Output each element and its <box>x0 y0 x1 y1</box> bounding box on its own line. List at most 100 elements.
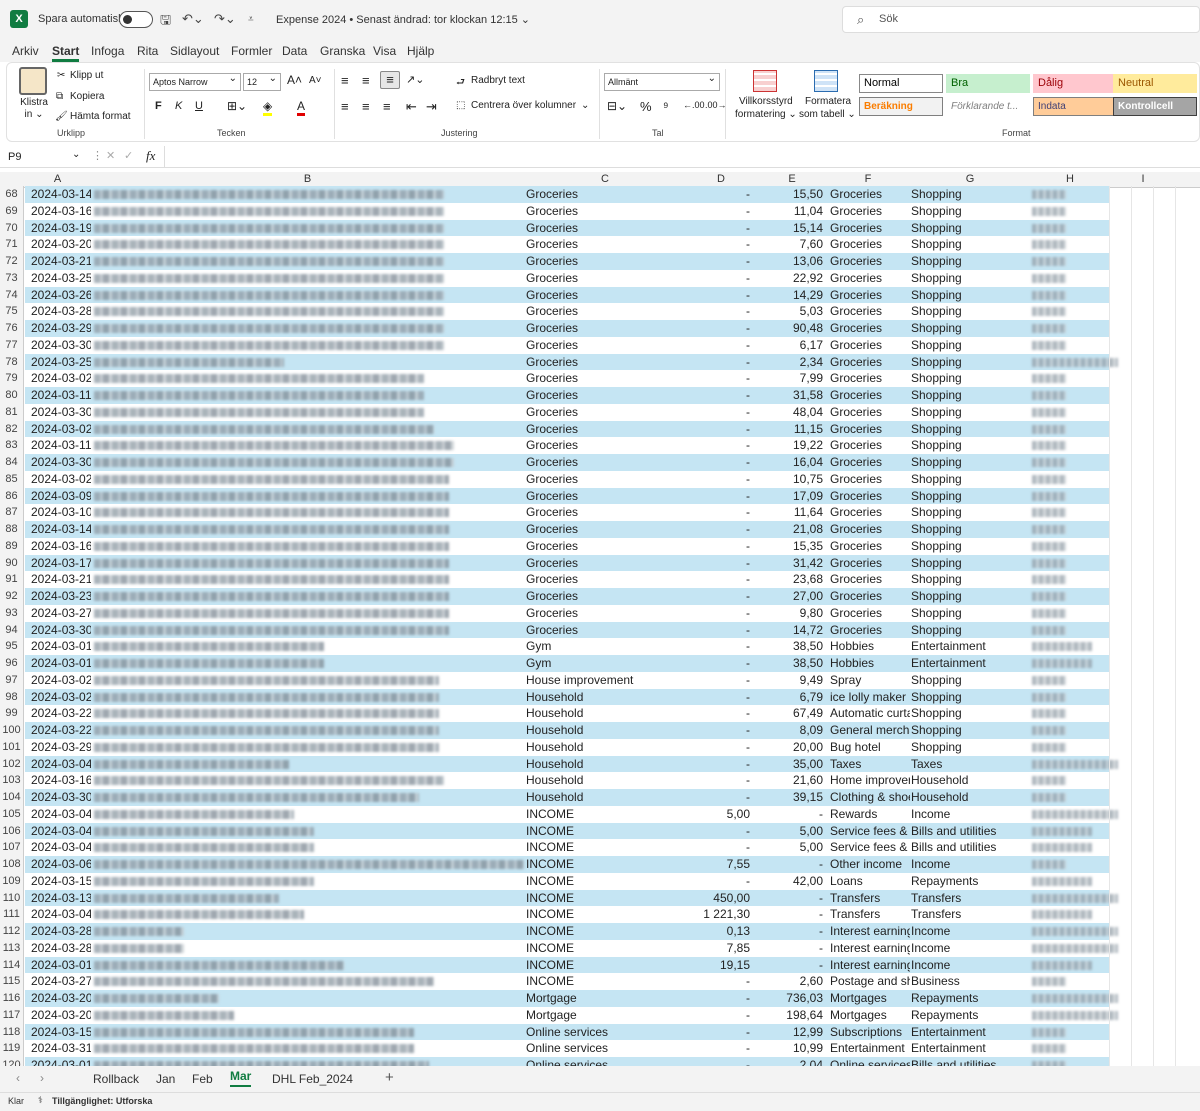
cell-subcategory[interactable]: Groceries <box>830 236 910 253</box>
cell-subcategory[interactable]: Groceries <box>830 538 910 555</box>
cell-category[interactable]: Online services <box>526 1057 684 1066</box>
style-normal[interactable]: Normal <box>859 74 943 93</box>
table-row[interactable]: 84 2024-03-30 Groceries -16,04 Groceries Shop… <box>0 454 1200 471</box>
table-row[interactable]: 113 2024-03-28 INCOME 7,85- Interest earning… <box>0 939 1200 957</box>
cell-subcategory[interactable]: Groceries <box>830 303 910 320</box>
table-row[interactable]: 86 2024-03-09 Groceries -17,09 Groceries Shop… <box>0 487 1200 505</box>
format-as-table-label-1[interactable]: Formatera <box>805 96 851 107</box>
cell-income[interactable]: - <box>686 1057 750 1066</box>
table-row[interactable]: 97 2024-03-02 House improvement -9,49 Spray S… <box>0 671 1200 689</box>
row-number[interactable]: 73 <box>0 269 24 287</box>
cell-subcategory[interactable]: Groceries <box>830 622 910 639</box>
cell-income[interactable]: - <box>686 689 750 706</box>
row-number[interactable]: 100 <box>0 722 24 739</box>
cell-date[interactable]: 2024-03-02 <box>31 672 91 689</box>
cell-date[interactable]: 2024-03-02 <box>31 370 91 387</box>
cell-subcategory[interactable]: Taxes <box>830 756 910 773</box>
table-row[interactable]: 108 2024-03-06 INCOME 7,55- Other income Inco… <box>0 856 1200 873</box>
cell-income[interactable]: - <box>686 672 750 689</box>
row-number[interactable]: 81 <box>0 403 24 421</box>
cell-income[interactable]: - <box>686 655 750 672</box>
cell-subcategory[interactable]: Groceries <box>830 555 910 572</box>
align-top-icon[interactable]: ≡ <box>341 73 349 88</box>
cell-income[interactable]: 7,85 <box>686 940 750 957</box>
cell-expense[interactable]: - <box>758 923 823 940</box>
cell-type[interactable]: Shopping <box>911 722 1029 739</box>
cell-date[interactable]: 2024-03-22 <box>31 705 91 722</box>
cell-category[interactable]: Household <box>526 689 684 706</box>
cell-category[interactable]: INCOME <box>526 957 684 974</box>
column-header-i[interactable]: I <box>1109 173 1177 185</box>
cell-type[interactable]: Bills and utilities <box>911 823 1029 840</box>
column-header-c[interactable]: C <box>525 173 685 185</box>
cell-subcategory[interactable]: ice lolly maker <box>830 689 910 706</box>
cell-type[interactable]: Shopping <box>911 253 1029 270</box>
sheet-tab-feb[interactable]: Feb <box>192 1072 213 1086</box>
underline-button[interactable]: U <box>195 100 203 112</box>
number-format-combo[interactable]: Allmänt <box>604 71 720 91</box>
cell-income[interactable]: - <box>686 555 750 572</box>
bold-button[interactable]: F <box>155 100 162 112</box>
cell-category[interactable]: Groceries <box>526 404 684 421</box>
table-row[interactable]: 93 2024-03-27 Groceries -9,80 Groceries Shopp… <box>0 604 1200 622</box>
cell-expense[interactable]: 21,60 <box>758 772 823 789</box>
cell-income[interactable]: - <box>686 722 750 739</box>
table-row[interactable]: 82 2024-03-02 Groceries -11,15 Groceries Shop… <box>0 420 1200 438</box>
accounting-format-icon[interactable]: ⊟⌄ <box>607 99 627 113</box>
increase-decimal-icon[interactable]: ←.00 <box>683 100 705 110</box>
cell-date[interactable]: 2024-03-19 <box>31 220 91 237</box>
cell-category[interactable]: Groceries <box>526 337 684 354</box>
cell-subcategory[interactable]: Online services <box>830 1057 910 1066</box>
tab-arkiv[interactable]: Arkiv <box>12 44 39 58</box>
customize-qat-icon[interactable]: ⩡ <box>248 14 254 25</box>
cell-subcategory[interactable]: Automatic curta <box>830 705 910 722</box>
cell-income[interactable]: - <box>686 387 750 404</box>
cell-date[interactable]: 2024-03-01 <box>31 1057 91 1066</box>
cell-type[interactable]: Household <box>911 772 1029 789</box>
cell-date[interactable]: 2024-03-06 <box>31 856 91 873</box>
wrap-text-icon[interactable]: ⮐ <box>456 75 465 92</box>
cell-category[interactable]: Groceries <box>526 186 684 203</box>
prev-sheet-icon[interactable]: ‹ <box>16 1071 20 1085</box>
cell-expense[interactable]: 27,00 <box>758 588 823 605</box>
row-number[interactable]: 99 <box>0 705 24 722</box>
cell-expense[interactable]: 5,00 <box>758 839 823 856</box>
cell-expense[interactable]: 15,14 <box>758 220 823 237</box>
cell-income[interactable]: - <box>686 303 750 320</box>
cell-category[interactable]: Household <box>526 739 684 756</box>
cell-expense[interactable]: 10,75 <box>758 471 823 488</box>
cell-type[interactable]: Shopping <box>911 705 1029 722</box>
increase-indent-icon[interactable]: ⇥ <box>426 99 437 115</box>
cell-subcategory[interactable]: Groceries <box>830 270 910 287</box>
cell-expense[interactable]: - <box>758 856 823 873</box>
row-number[interactable]: 83 <box>0 437 24 454</box>
style-dalig[interactable]: Dålig <box>1033 74 1117 93</box>
cell-subcategory[interactable]: Mortgages <box>830 1007 910 1024</box>
cell-date[interactable]: 2024-03-14 <box>31 521 91 538</box>
cell-income[interactable]: - <box>686 990 750 1007</box>
tab-rita[interactable]: Rita <box>137 44 158 58</box>
cell-date[interactable]: 2024-03-02 <box>31 421 91 438</box>
table-row[interactable]: 112 2024-03-28 INCOME 0,13- Interest earning… <box>0 923 1200 940</box>
cell-category[interactable]: INCOME <box>526 940 684 957</box>
cell-expense[interactable]: 90,48 <box>758 320 823 337</box>
insert-function-icon[interactable]: fx <box>146 148 155 164</box>
cell-category[interactable]: Groceries <box>526 521 684 538</box>
cell-subcategory[interactable]: Interest earning <box>830 940 910 957</box>
cell-subcategory[interactable]: Groceries <box>830 253 910 270</box>
row-number[interactable]: 113 <box>0 939 24 957</box>
cell-income[interactable]: - <box>686 320 750 337</box>
cell-date[interactable]: 2024-03-16 <box>31 772 91 789</box>
cell-type[interactable]: Shopping <box>911 387 1029 404</box>
row-number[interactable]: 76 <box>0 320 24 337</box>
conditional-format-label-2[interactable]: formatering ⌄ <box>735 109 797 120</box>
table-row[interactable]: 103 2024-03-16 Household -21,60 Home improve… <box>0 772 1200 789</box>
cell-type[interactable]: Shopping <box>911 739 1029 756</box>
cell-expense[interactable]: 11,04 <box>758 203 823 220</box>
cell-date[interactable]: 2024-03-15 <box>31 1024 91 1041</box>
cell-type[interactable]: Shopping <box>911 203 1029 220</box>
row-number[interactable]: 109 <box>0 872 24 890</box>
borders-icon[interactable]: ⊞⌄ <box>227 99 247 113</box>
cell-expense[interactable]: 23,68 <box>758 571 823 588</box>
cell-category[interactable]: INCOME <box>526 890 684 907</box>
